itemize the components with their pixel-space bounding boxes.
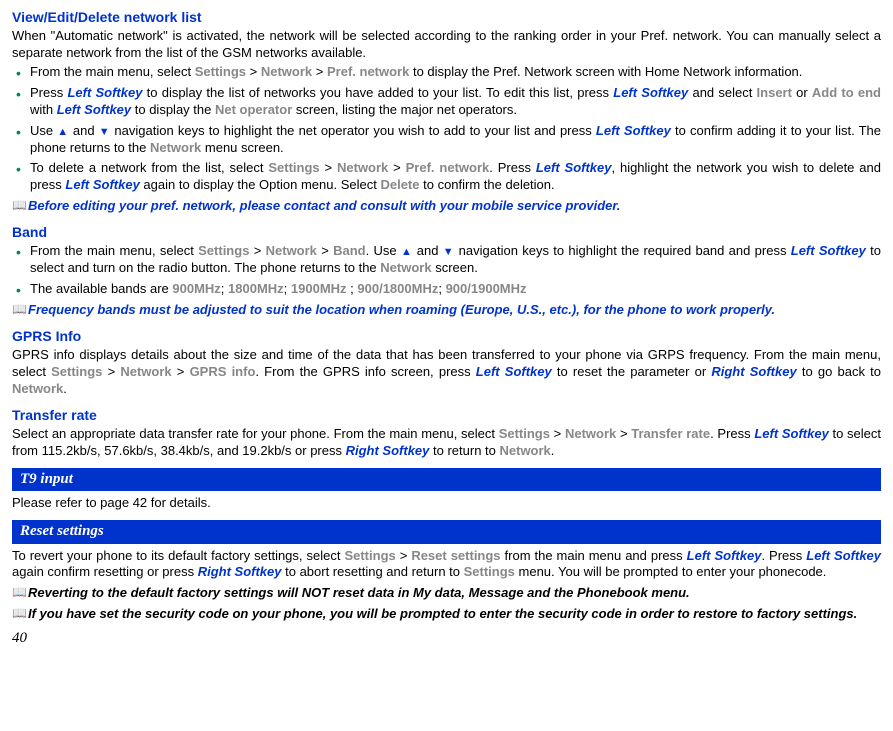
heading-band: Band bbox=[12, 223, 881, 241]
ved-note: 📖 Before editing your pref. network, ple… bbox=[12, 198, 881, 215]
book-icon: 📖 bbox=[12, 302, 28, 318]
ved-bullets: From the main menu, select Settings > Ne… bbox=[12, 64, 881, 194]
bar-t9: T9 input bbox=[12, 468, 881, 492]
band-bullet-1: From the main menu, select Settings > Ne… bbox=[30, 243, 881, 277]
intro-para: When "Automatic network" is activated, t… bbox=[12, 28, 881, 62]
reset-note2: 📖 If you have set the security code on y… bbox=[12, 606, 881, 623]
heading-gprs: GPRS Info bbox=[12, 327, 881, 345]
ved-bullet-3: Use ▲ and ▼ navigation keys to highlight… bbox=[30, 123, 881, 157]
band-note: 📖 Frequency bands must be adjusted to su… bbox=[12, 302, 881, 319]
page-number: 40 bbox=[12, 629, 881, 649]
band-bullet-2: The available bands are 900MHz; 1800MHz;… bbox=[30, 281, 881, 298]
up-arrow-icon: ▲ bbox=[57, 126, 68, 138]
band-bullets: From the main menu, select Settings > Ne… bbox=[12, 243, 881, 298]
ved-bullet-2: Press Left Softkey to display the list o… bbox=[30, 85, 881, 119]
ved-bullet-1: From the main menu, select Settings > Ne… bbox=[30, 64, 881, 81]
up-arrow-icon: ▲ bbox=[401, 246, 413, 258]
transfer-body: Select an appropriate data transfer rate… bbox=[12, 426, 881, 460]
reset-note1: 📖 Reverting to the default factory setti… bbox=[12, 585, 881, 602]
reset-body: To revert your phone to its default fact… bbox=[12, 548, 881, 582]
reset-note2-text: If you have set the security code on you… bbox=[28, 606, 857, 623]
down-arrow-icon: ▼ bbox=[99, 126, 110, 138]
band-note-text: Frequency bands must be adjusted to suit… bbox=[28, 302, 775, 319]
t9-body: Please refer to page 42 for details. bbox=[12, 495, 881, 512]
heading-transfer: Transfer rate bbox=[12, 406, 881, 424]
gprs-body: GPRS info displays details about the siz… bbox=[12, 347, 881, 398]
ved-bullet-4: To delete a network from the list, selec… bbox=[30, 160, 881, 194]
book-icon: 📖 bbox=[12, 198, 28, 214]
ved-note-text: Before editing your pref. network, pleas… bbox=[28, 198, 620, 215]
bar-reset: Reset settings bbox=[12, 520, 881, 544]
down-arrow-icon: ▼ bbox=[443, 246, 455, 258]
book-icon: 📖 bbox=[12, 606, 28, 622]
reset-note1-text: Reverting to the default factory setting… bbox=[28, 585, 690, 602]
heading-view-edit-delete: View/Edit/Delete network list bbox=[12, 8, 881, 26]
book-icon: 📖 bbox=[12, 585, 28, 601]
